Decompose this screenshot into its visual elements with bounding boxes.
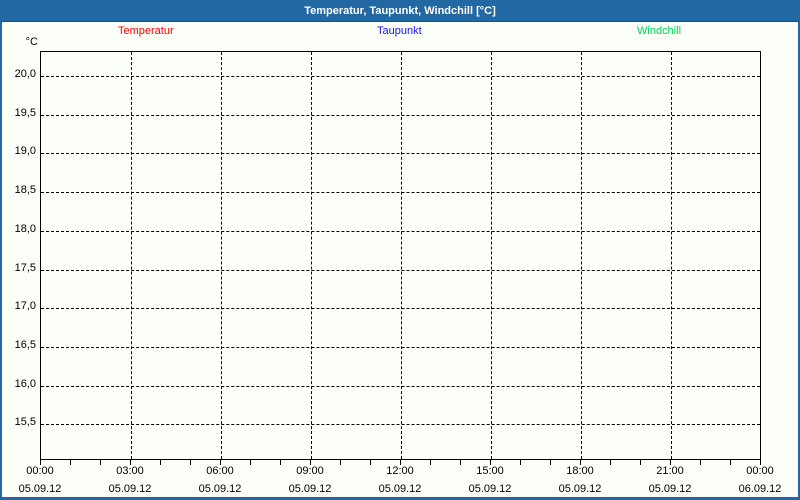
x-tick-time-label: 00:00 (10, 465, 70, 477)
x-axis-tick (160, 460, 161, 465)
x-tick-date-label: 06.09.12 (725, 483, 795, 495)
chart-window: Temperatur, Taupunkt, Windchill [°C] Tem… (0, 0, 800, 500)
x-tick-date-label: 05.09.12 (185, 483, 255, 495)
y-axis-unit-label: °C (22, 36, 38, 48)
x-gridline (671, 52, 672, 459)
x-tick-time-label: 06:00 (190, 465, 250, 477)
y-tick-label: 19,5 (0, 107, 36, 119)
x-tick-date-label: 05.09.12 (545, 483, 615, 495)
y-tick-label: 18,0 (0, 223, 36, 235)
x-gridline (581, 52, 582, 459)
plot-area (40, 51, 761, 460)
y-tick-label: 16,5 (0, 339, 36, 351)
x-tick-date-label: 05.09.12 (455, 483, 525, 495)
x-axis-tick (520, 460, 521, 465)
x-tick-date-label: 05.09.12 (95, 483, 165, 495)
title-bar: Temperatur, Taupunkt, Windchill [°C] (0, 0, 800, 22)
x-axis-tick (610, 460, 611, 465)
x-tick-time-label: 09:00 (280, 465, 340, 477)
x-axis-tick (70, 460, 71, 465)
legend-item-temperatur: Temperatur (118, 25, 174, 37)
window-frame-left (0, 22, 2, 500)
x-tick-date-label: 05.09.12 (365, 483, 435, 495)
x-tick-time-label: 18:00 (550, 465, 610, 477)
y-tick-label: 16,0 (0, 378, 36, 390)
legend-item-taupunkt: Taupunkt (377, 25, 422, 37)
x-axis-tick (340, 460, 341, 465)
x-tick-time-label: 00:00 (730, 465, 790, 477)
y-tick-label: 20,0 (0, 68, 36, 80)
legend-item-windchill: Windchill (637, 25, 681, 37)
x-gridline (311, 52, 312, 459)
x-axis-tick (430, 460, 431, 465)
x-tick-date-label: 05.09.12 (5, 483, 75, 495)
x-tick-date-label: 05.09.12 (635, 483, 705, 495)
x-tick-time-label: 12:00 (370, 465, 430, 477)
x-tick-time-label: 15:00 (460, 465, 520, 477)
x-tick-time-label: 21:00 (640, 465, 700, 477)
y-tick-label: 19,0 (0, 145, 36, 157)
x-axis-tick (700, 460, 701, 465)
chart-title: Temperatur, Taupunkt, Windchill [°C] (304, 5, 496, 17)
y-tick-label: 15,5 (0, 416, 36, 428)
x-gridline (401, 52, 402, 459)
x-tick-time-label: 03:00 (100, 465, 160, 477)
x-gridline (131, 52, 132, 459)
x-tick-date-label: 05.09.12 (275, 483, 345, 495)
y-tick-label: 17,5 (0, 262, 36, 274)
y-tick-label: 17,0 (0, 300, 36, 312)
x-axis-tick (250, 460, 251, 465)
y-tick-label: 18,5 (0, 184, 36, 196)
x-gridline (491, 52, 492, 459)
x-gridline (221, 52, 222, 459)
